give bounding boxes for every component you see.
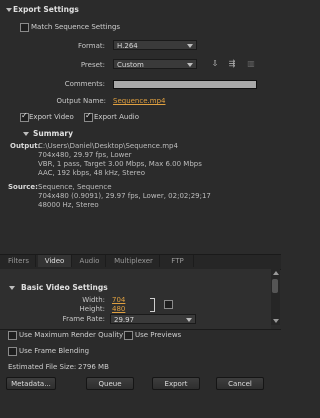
scroll-down-icon[interactable] [273, 319, 279, 323]
constrain-proportions-checkbox[interactable] [164, 300, 173, 309]
summary-collapse-icon[interactable] [23, 132, 29, 136]
scroll-up-icon[interactable] [273, 271, 279, 275]
cancel-button[interactable]: Cancel [216, 377, 264, 390]
summary-source-line: 48000 Hz, Stereo [38, 201, 99, 209]
scroll-thumb[interactable] [272, 279, 278, 293]
max-render-quality-label: Use Maximum Render Quality [19, 331, 124, 339]
output-name-link[interactable]: Sequence.mp4 [113, 97, 165, 105]
frame-blending-checkbox[interactable] [8, 347, 17, 356]
basic-video-collapse-icon[interactable] [9, 286, 15, 290]
format-dropdown[interactable]: H.264 [113, 40, 197, 50]
preset-dropdown[interactable]: Custom [113, 59, 197, 69]
comments-input[interactable] [113, 80, 257, 89]
match-sequence-label: Match Sequence Settings [31, 23, 121, 31]
metadata-button[interactable]: Metadata... [6, 377, 56, 390]
preset-label: Preset: [80, 61, 105, 69]
export-settings-title: Export Settings [13, 5, 79, 14]
tab-audio[interactable]: Audio [74, 255, 106, 267]
file-size-value: 2796 MB [78, 363, 109, 371]
chevron-down-icon [186, 318, 192, 322]
queue-button[interactable]: Queue [86, 377, 134, 390]
height-value[interactable]: 480 [112, 305, 125, 313]
delete-preset-icon[interactable]: ▥ [246, 59, 256, 68]
export-audio-checkbox[interactable] [84, 111, 93, 122]
save-preset-icon[interactable]: ⇩ [210, 59, 220, 68]
format-value: H.264 [117, 42, 138, 50]
summary-output-line: VBR, 1 pass, Target 3.00 Mbps, Max 6.00 … [38, 160, 202, 168]
file-size-label: Estimated File Size: [8, 363, 77, 371]
preset-value: Custom [117, 61, 144, 69]
aspect-link-bracket [150, 298, 155, 312]
format-label: Format: [77, 42, 105, 50]
frame-blending-label: Use Frame Blending [19, 347, 90, 355]
summary-output-line: AAC, 192 kbps, 48 kHz, Stereo [38, 169, 145, 177]
frame-rate-value: 29.97 [114, 316, 135, 324]
width-value[interactable]: 704 [112, 296, 125, 304]
max-render-quality-checkbox[interactable] [8, 331, 17, 340]
frame-rate-row: Frame Rate: 29.97 [0, 313, 271, 325]
chevron-down-icon [187, 44, 193, 48]
export-button[interactable]: Export [152, 377, 200, 390]
use-previews-label: Use Previews [135, 331, 182, 339]
import-preset-icon[interactable]: ⇶ [227, 59, 237, 68]
basic-video-title: Basic Video Settings [21, 283, 108, 292]
summary-source-line: Sequence, Sequence [38, 183, 112, 191]
summary-output-line: C:\Users\Daniel\Desktop\Sequence.mp4 [38, 142, 178, 150]
frame-rate-dropdown[interactable]: 29.97 [110, 314, 196, 324]
use-previews-checkbox[interactable] [124, 331, 133, 340]
summary-title: Summary [33, 129, 74, 138]
export-video-label: Export Video [29, 113, 74, 121]
match-sequence-checkbox[interactable] [20, 23, 29, 32]
width-label: Width: [82, 296, 105, 304]
export-settings-collapse-icon[interactable] [6, 8, 12, 12]
summary-source-label: Source: [8, 183, 38, 191]
chevron-down-icon [187, 63, 193, 67]
tab-video[interactable]: Video [38, 255, 72, 267]
comments-label: Comments: [64, 80, 105, 88]
tab-multiplexer[interactable]: Multiplexer [108, 255, 160, 267]
summary-output-label: Output: [10, 142, 41, 150]
summary-source-line: 704x480 (0.9091), 29.97 fps, Lower, 02;0… [38, 192, 211, 200]
export-audio-label: Export Audio [94, 113, 140, 121]
tab-filters[interactable]: Filters [2, 255, 36, 267]
scrollbar[interactable] [271, 269, 280, 325]
output-name-label: Output Name: [56, 97, 106, 105]
summary-output-line: 704x480, 29.97 fps, Lower [38, 151, 132, 159]
frame-rate-label: Frame Rate: [62, 315, 105, 323]
height-label: Height: [79, 305, 106, 313]
export-video-checkbox[interactable] [20, 111, 29, 122]
options-area [0, 329, 281, 418]
tab-ftp[interactable]: FTP [162, 255, 194, 267]
